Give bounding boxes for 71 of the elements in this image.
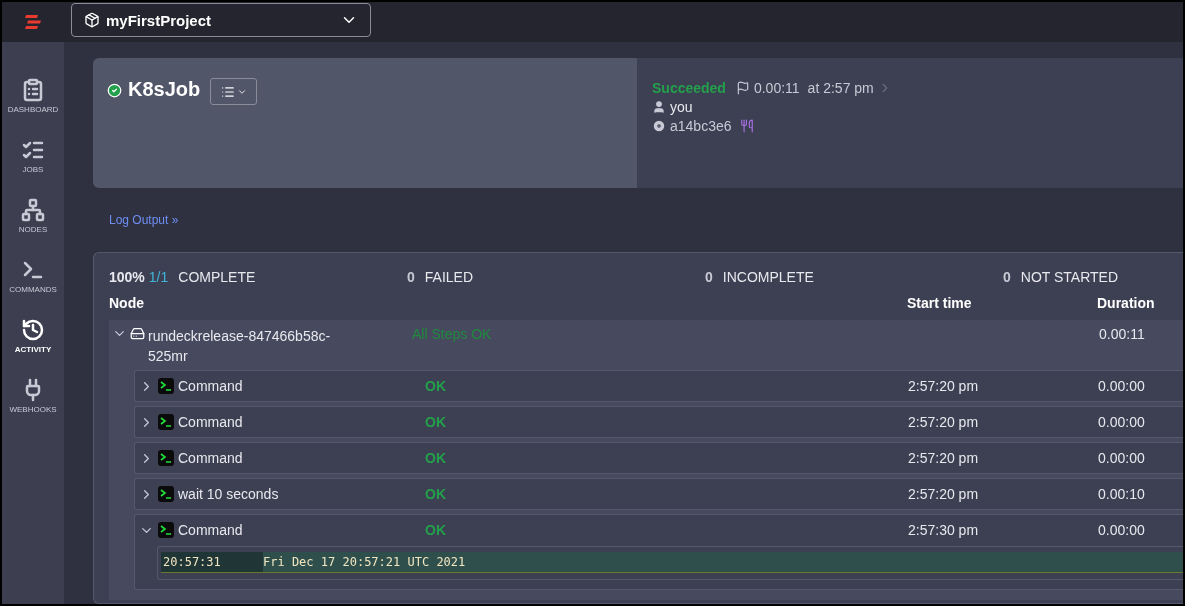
user-icon bbox=[652, 100, 666, 114]
time-text: at 2:57 pm bbox=[807, 80, 874, 96]
step-status: OK bbox=[425, 522, 447, 538]
step-name: Command bbox=[178, 450, 243, 466]
summary-label: INCOMPLETE bbox=[722, 269, 814, 285]
progress-summary: 100% 1/1 bbox=[109, 269, 169, 285]
terminal-icon bbox=[158, 378, 174, 394]
list-icon bbox=[220, 84, 235, 99]
sidebar-item[interactable]: WEBHOOKS bbox=[9, 378, 57, 422]
sidebar-item[interactable]: DASHBOARD bbox=[7, 78, 59, 122]
log-output-link[interactable]: Log Output » bbox=[109, 213, 179, 227]
column-header: Start time bbox=[907, 295, 973, 313]
node-name: rundeckrelease-847466b58c-525mr bbox=[148, 327, 332, 366]
step-row[interactable]: Command OK 2:57:20 pm 0.00:00 bbox=[134, 370, 1183, 402]
nodes-icon bbox=[21, 198, 45, 222]
step-duration: 0.00:00 bbox=[1098, 522, 1146, 538]
summary-label: NOT STARTED bbox=[1020, 269, 1119, 285]
status-label: Succeeded bbox=[652, 80, 726, 96]
step-name: Command bbox=[178, 522, 243, 538]
sidebar-item[interactable]: JOBS bbox=[21, 138, 45, 182]
status-check-icon bbox=[107, 83, 122, 98]
step-row[interactable]: wait 10 seconds OK 2:57:20 pm 0.00:10 bbox=[134, 478, 1183, 510]
node-duration: 0.00:11 bbox=[1099, 326, 1146, 344]
sidebar-item[interactable]: COMMANDS bbox=[9, 258, 57, 302]
terminal-icon bbox=[158, 486, 174, 502]
start-time: 2:57:20 pm bbox=[908, 378, 980, 394]
step-name: Command bbox=[178, 378, 243, 394]
step-status: OK bbox=[425, 450, 447, 466]
job-title: K8sJob bbox=[128, 78, 201, 101]
summary-label: COMPLETE bbox=[178, 269, 256, 285]
commit-hash: a14bc3e6 bbox=[670, 118, 732, 134]
step-row[interactable]: Command OK 2:57:30 pm 0.00:00 20:57:31 Fri Dec 17 20:57:21 UTC 2021 bbox=[134, 514, 1183, 590]
start-time: 2:57:20 pm bbox=[908, 450, 980, 466]
step-duration: 0.00:00 bbox=[1098, 450, 1146, 466]
start-time: 2:57:20 pm bbox=[908, 486, 980, 502]
step-duration: 0.00:00 bbox=[1098, 414, 1146, 430]
step-name: Command bbox=[178, 414, 243, 430]
terminal-icon bbox=[158, 522, 174, 538]
terminal-icon bbox=[158, 414, 174, 430]
dashboard-icon bbox=[21, 78, 45, 102]
terminal-icon bbox=[158, 450, 174, 466]
summary-label: FAILED bbox=[424, 269, 474, 285]
step-status: OK bbox=[425, 486, 447, 502]
user-name: you bbox=[670, 99, 693, 115]
duration-text: 0.00:11 bbox=[753, 80, 800, 96]
count-text: 0 bbox=[705, 269, 713, 285]
disc-icon bbox=[652, 119, 666, 133]
flag-icon bbox=[735, 81, 750, 95]
count-text: 0 bbox=[407, 269, 415, 285]
column-header: Duration bbox=[1097, 295, 1156, 313]
step-status: OK bbox=[425, 414, 447, 430]
step-status: OK bbox=[425, 378, 447, 394]
utensils-icon bbox=[739, 119, 754, 133]
server-icon bbox=[130, 326, 145, 341]
step-row[interactable]: Command OK 2:57:20 pm 0.00:00 bbox=[134, 442, 1183, 474]
start-time: 2:57:30 pm bbox=[908, 522, 980, 538]
step-name: wait 10 seconds bbox=[178, 486, 279, 502]
job-menu-button[interactable] bbox=[210, 78, 258, 105]
step-duration: 0.00:10 bbox=[1098, 486, 1146, 502]
count-text: 0 bbox=[1003, 269, 1011, 285]
sidebar-item[interactable]: NODES bbox=[18, 198, 48, 242]
box-icon bbox=[84, 12, 100, 28]
project-selector[interactable]: myFirstProject bbox=[71, 3, 371, 37]
activity-icon bbox=[21, 318, 45, 342]
step-duration: 0.00:00 bbox=[1098, 378, 1146, 394]
column-header: Node bbox=[109, 295, 145, 313]
start-time: 2:57:20 pm bbox=[908, 414, 980, 430]
sidebar-item[interactable]: ACTIVITY bbox=[14, 318, 52, 362]
logo-icon[interactable] bbox=[24, 14, 42, 30]
step-row[interactable]: Command OK 2:57:20 pm 0.00:00 bbox=[134, 406, 1183, 438]
node-status: All Steps OK bbox=[412, 326, 493, 344]
